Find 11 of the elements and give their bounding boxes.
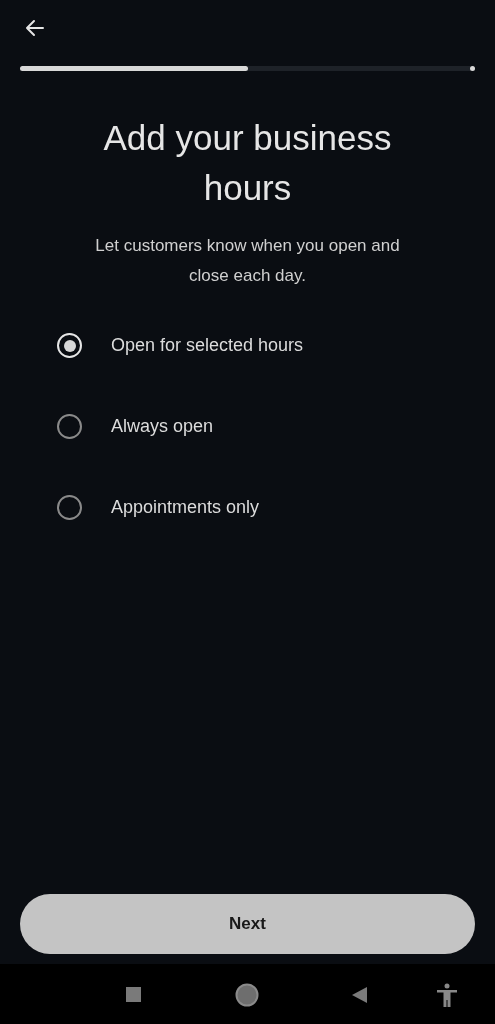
radio-button[interactable] <box>57 495 82 520</box>
option-label[interactable]: Appointments only <box>111 494 260 521</box>
home-icon[interactable] <box>235 983 259 1007</box>
next-button[interactable]: Next <box>20 894 475 954</box>
back-icon[interactable] <box>352 987 367 1003</box>
accessibility-icon[interactable] <box>435 983 459 1008</box>
radio-button[interactable] <box>57 414 82 439</box>
page-title: Add your business hours <box>102 117 393 209</box>
option-label[interactable]: Open for selected hours <box>111 332 304 359</box>
page-subtitle: Let customers know when you open and close each day. <box>94 235 401 287</box>
option-label[interactable]: Always open <box>111 413 214 440</box>
